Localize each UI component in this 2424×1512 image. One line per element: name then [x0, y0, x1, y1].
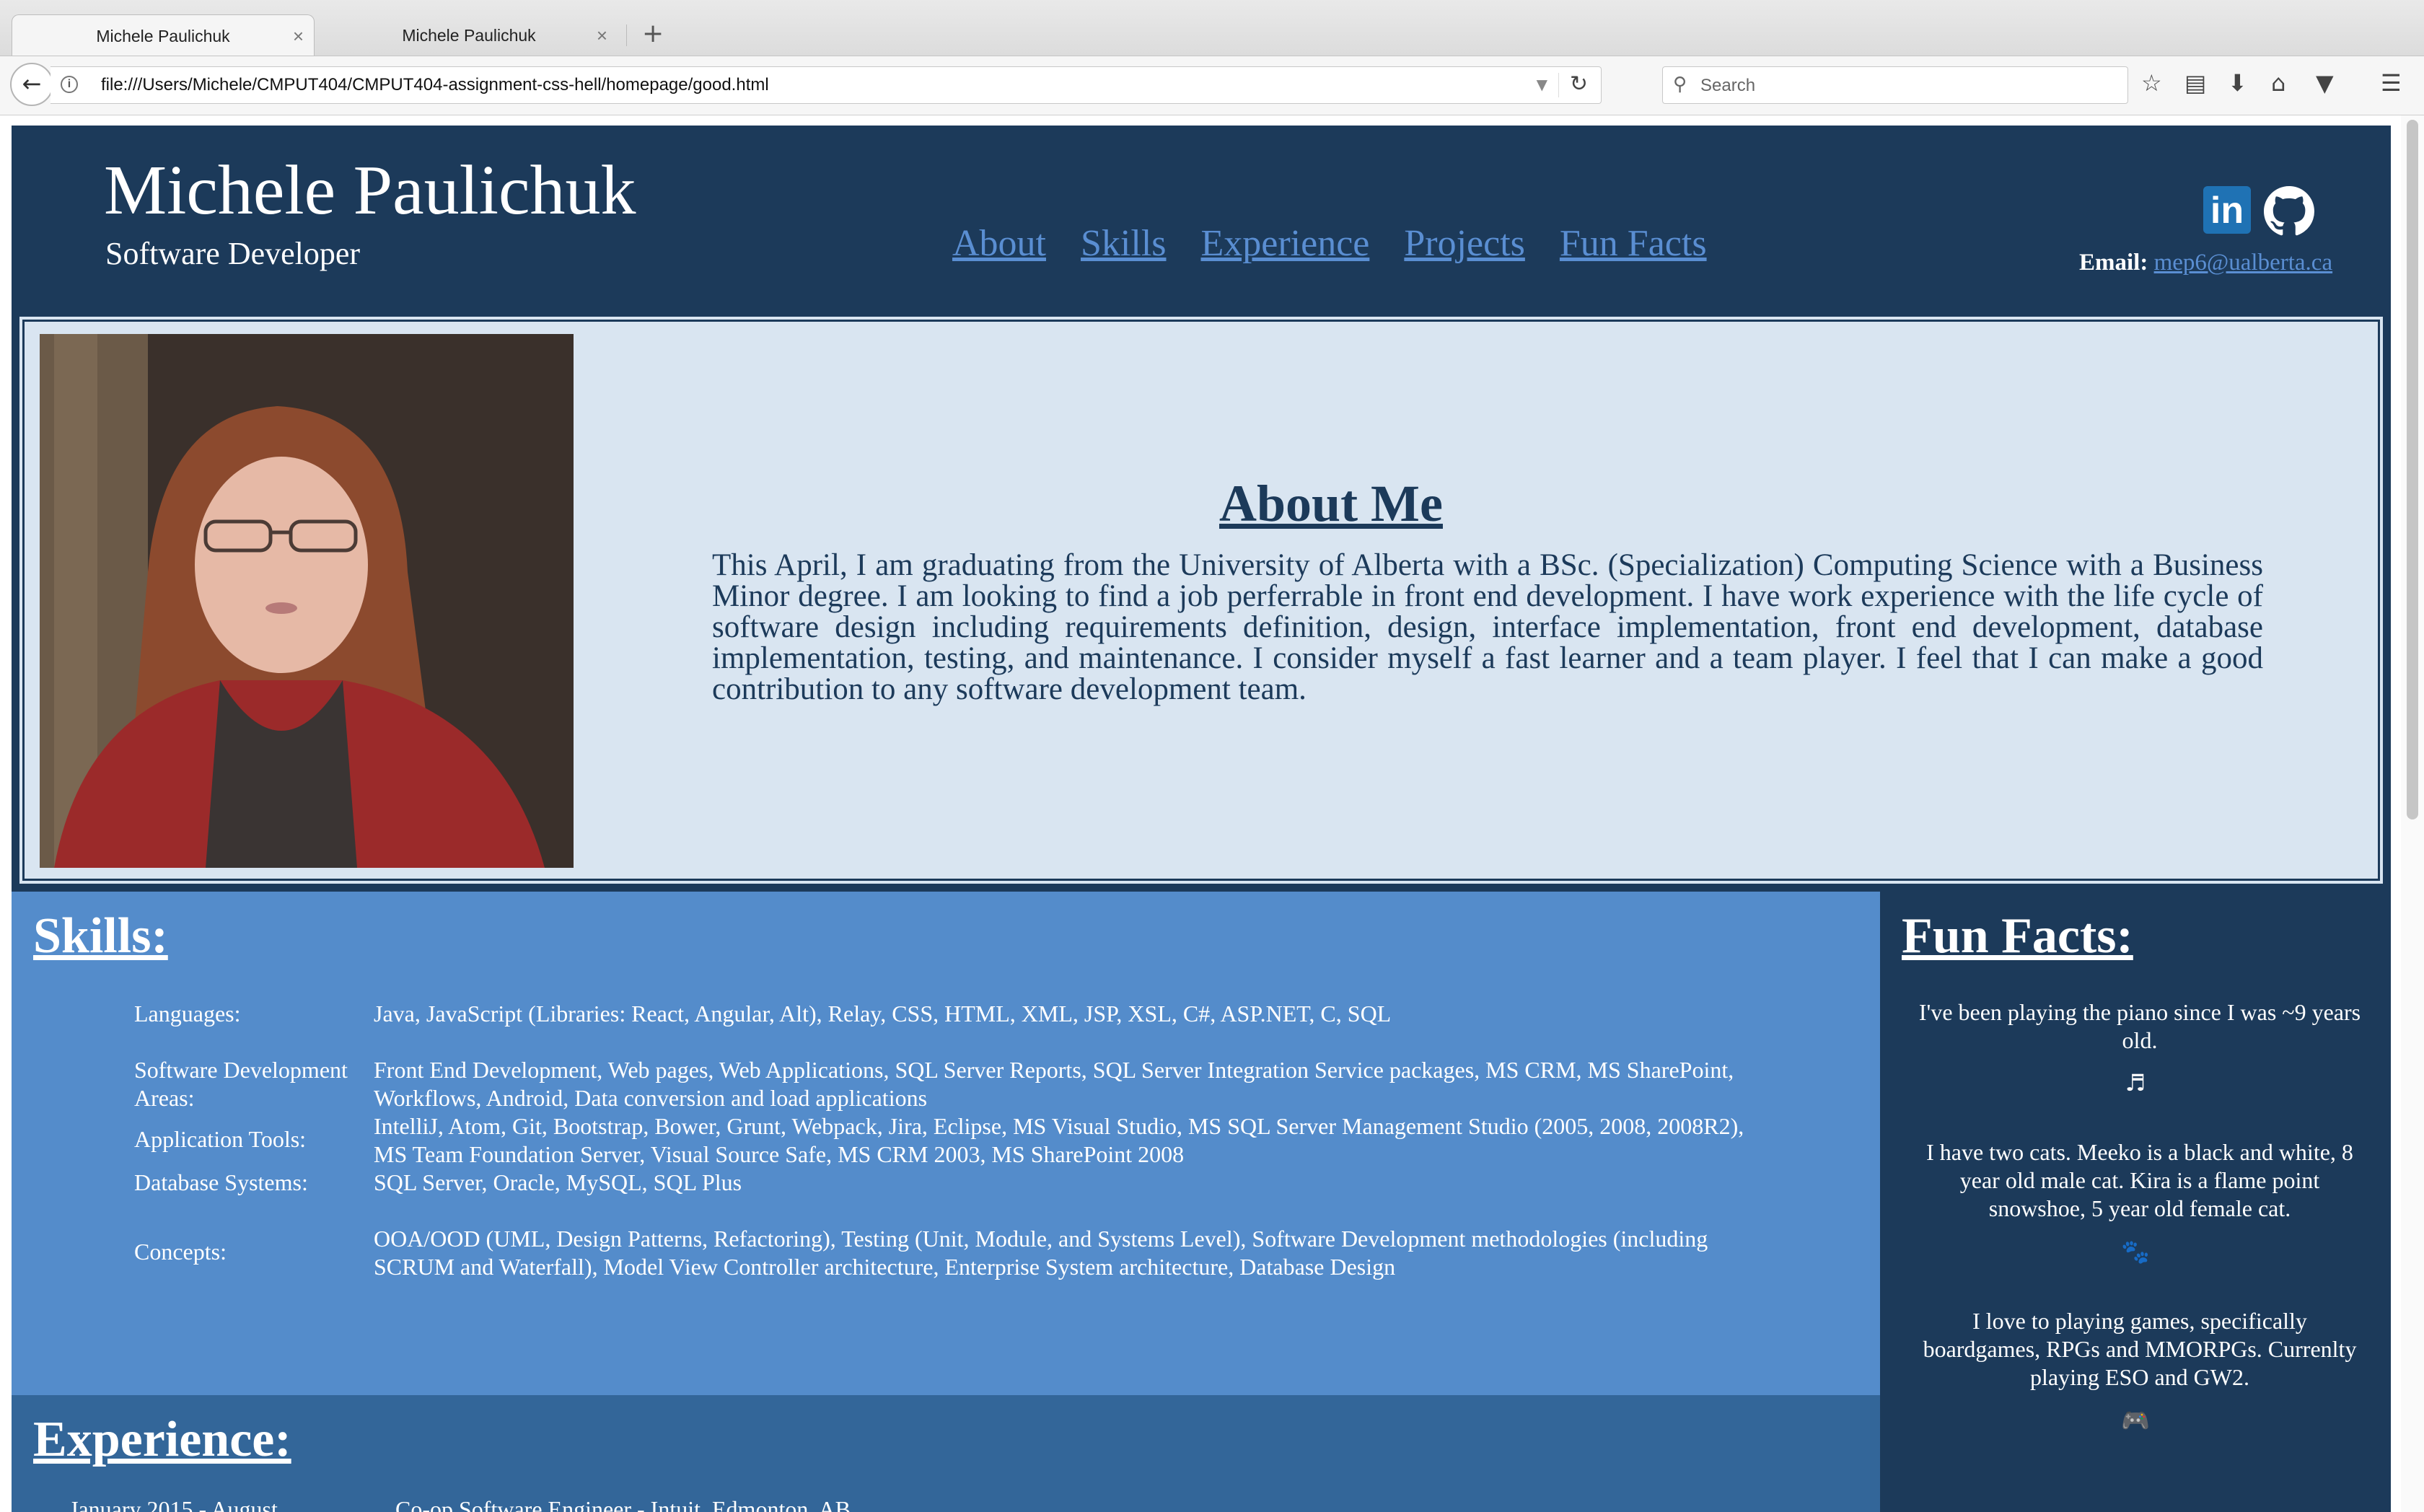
tab-divider: [626, 25, 627, 46]
tab-title: Michele Paulichuk: [402, 26, 536, 45]
experience-title: Experience:: [33, 1412, 291, 1467]
dropdown-icon[interactable]: ▼: [1537, 76, 1547, 93]
experience-section: Experience: January 2015 - August Co-op …: [12, 1395, 1880, 1512]
skill-label: Languages:: [134, 1001, 241, 1027]
search-input[interactable]: ⚲ Search: [1662, 66, 2128, 104]
fun-fact: I love to playing games, specifically bo…: [1923, 1308, 2357, 1390]
linkedin-icon[interactable]: in: [2203, 186, 2251, 234]
skill-value: Java, JavaScript (Libraries: React, Angu…: [374, 1001, 1392, 1027]
fun-fact: I've been playing the piano since I was …: [1918, 999, 2361, 1053]
reload-icon[interactable]: ↻: [1570, 71, 1588, 97]
about-text: This April, I am graduating from the Uni…: [712, 548, 2263, 706]
menu-icon[interactable]: ☰: [2381, 69, 2402, 97]
skill-label: Database Systems:: [134, 1169, 308, 1195]
url-text[interactable]: file:///Users/Michele/CMPUT404/CMPUT404-…: [101, 75, 769, 95]
skill-label: Application Tools:: [134, 1126, 307, 1152]
fun-facts-title: Fun Facts:: [1902, 908, 2133, 964]
nav-link-about[interactable]: About: [952, 222, 1046, 265]
browser-tab-active[interactable]: Michele Paulichuk ×: [12, 14, 315, 56]
skill-value: OOA/OOD (UML, Design Patterns, Refactori…: [374, 1226, 1708, 1280]
browser-tab-inactive[interactable]: Michele Paulichuk ×: [317, 14, 620, 56]
skill-value: SQL Server, Oracle, MySQL, SQL Plus: [374, 1169, 742, 1195]
skill-value: IntelliJ, Atom, Git, Bootstrap, Bower, G…: [374, 1113, 1744, 1167]
experience-date: January 2015 - August: [69, 1496, 278, 1512]
music-note-icon: ♬: [2125, 1069, 2146, 1096]
site-header: Michele Paulichuk Software Developer Abo…: [12, 126, 2391, 312]
fun-facts-section: Fun Facts: I've been playing the piano s…: [1880, 892, 2391, 1512]
pocket-icon[interactable]: ▼: [2316, 69, 2334, 97]
skill-value: Front End Development, Web pages, Web Ap…: [374, 1057, 1734, 1111]
email-label: Email:: [2079, 250, 2148, 276]
site-role: Software Developer: [105, 236, 361, 271]
home-icon[interactable]: ⌂: [2271, 69, 2285, 97]
nav-link-skills[interactable]: Skills: [1081, 222, 1167, 265]
gamepad-icon: 🎮: [2121, 1407, 2150, 1434]
new-tab-button[interactable]: +: [642, 19, 664, 48]
info-icon[interactable]: i: [61, 76, 78, 93]
browser-toolbar: ← i file:///Users/Michele/CMPUT404/CMPUT…: [0, 56, 2424, 115]
nav-link-projects[interactable]: Projects: [1404, 222, 1525, 265]
search-placeholder: Search: [1700, 76, 1756, 95]
nav-link-fun-facts[interactable]: Fun Facts: [1560, 222, 1707, 265]
nav-link-experience[interactable]: Experience: [1201, 222, 1370, 265]
skills-title: Skills:: [33, 908, 168, 964]
about-section: About Me This April, I am graduating fro…: [16, 313, 2386, 887]
experience-role: Co-op Software Engineer - Intuit, Edmont…: [395, 1496, 851, 1512]
about-title: About Me: [1219, 475, 1443, 533]
page-content: Michele Paulichuk Software Developer Abo…: [12, 126, 2391, 1512]
scrollbar-thumb[interactable]: [2407, 120, 2418, 819]
search-icon: ⚲: [1673, 74, 1687, 95]
tab-title: Michele Paulichuk: [96, 27, 230, 45]
reading-list-icon[interactable]: ▤: [2184, 69, 2206, 97]
url-bar[interactable]: i file:///Users/Michele/CMPUT404/CMPUT40…: [50, 66, 1602, 104]
bookmark-star-icon[interactable]: ☆: [2141, 69, 2162, 97]
site-name: Michele Paulichuk: [104, 151, 636, 229]
page-scrollbar[interactable]: [2401, 115, 2424, 1512]
paw-icon: 🐾: [2121, 1238, 2150, 1265]
fun-fact: I have two cats. Meeko is a black and wh…: [1926, 1139, 2353, 1221]
close-tab-icon[interactable]: ×: [293, 25, 304, 48]
github-icon[interactable]: [2264, 186, 2314, 237]
skills-section: Skills: Languages: Java, JavaScript (Lib…: [12, 892, 1880, 1395]
download-icon[interactable]: ⬇: [2228, 69, 2247, 97]
email-link[interactable]: mep6@ualberta.ca: [2154, 250, 2333, 276]
close-tab-icon[interactable]: ×: [597, 25, 607, 47]
url-divider: [1558, 73, 1559, 97]
skill-label: Concepts:: [134, 1239, 227, 1265]
skill-label: Software Development Areas:: [134, 1057, 348, 1111]
back-arrow-icon[interactable]: ←: [10, 63, 53, 106]
site-nav: About Skills Experience Projects Fun Facts: [952, 222, 1742, 265]
profile-photo: [40, 334, 574, 868]
email-line: Email: mep6@ualberta.ca: [2079, 250, 2332, 276]
browser-tab-bar: Michele Paulichuk × Michele Paulichuk × …: [0, 0, 2424, 56]
